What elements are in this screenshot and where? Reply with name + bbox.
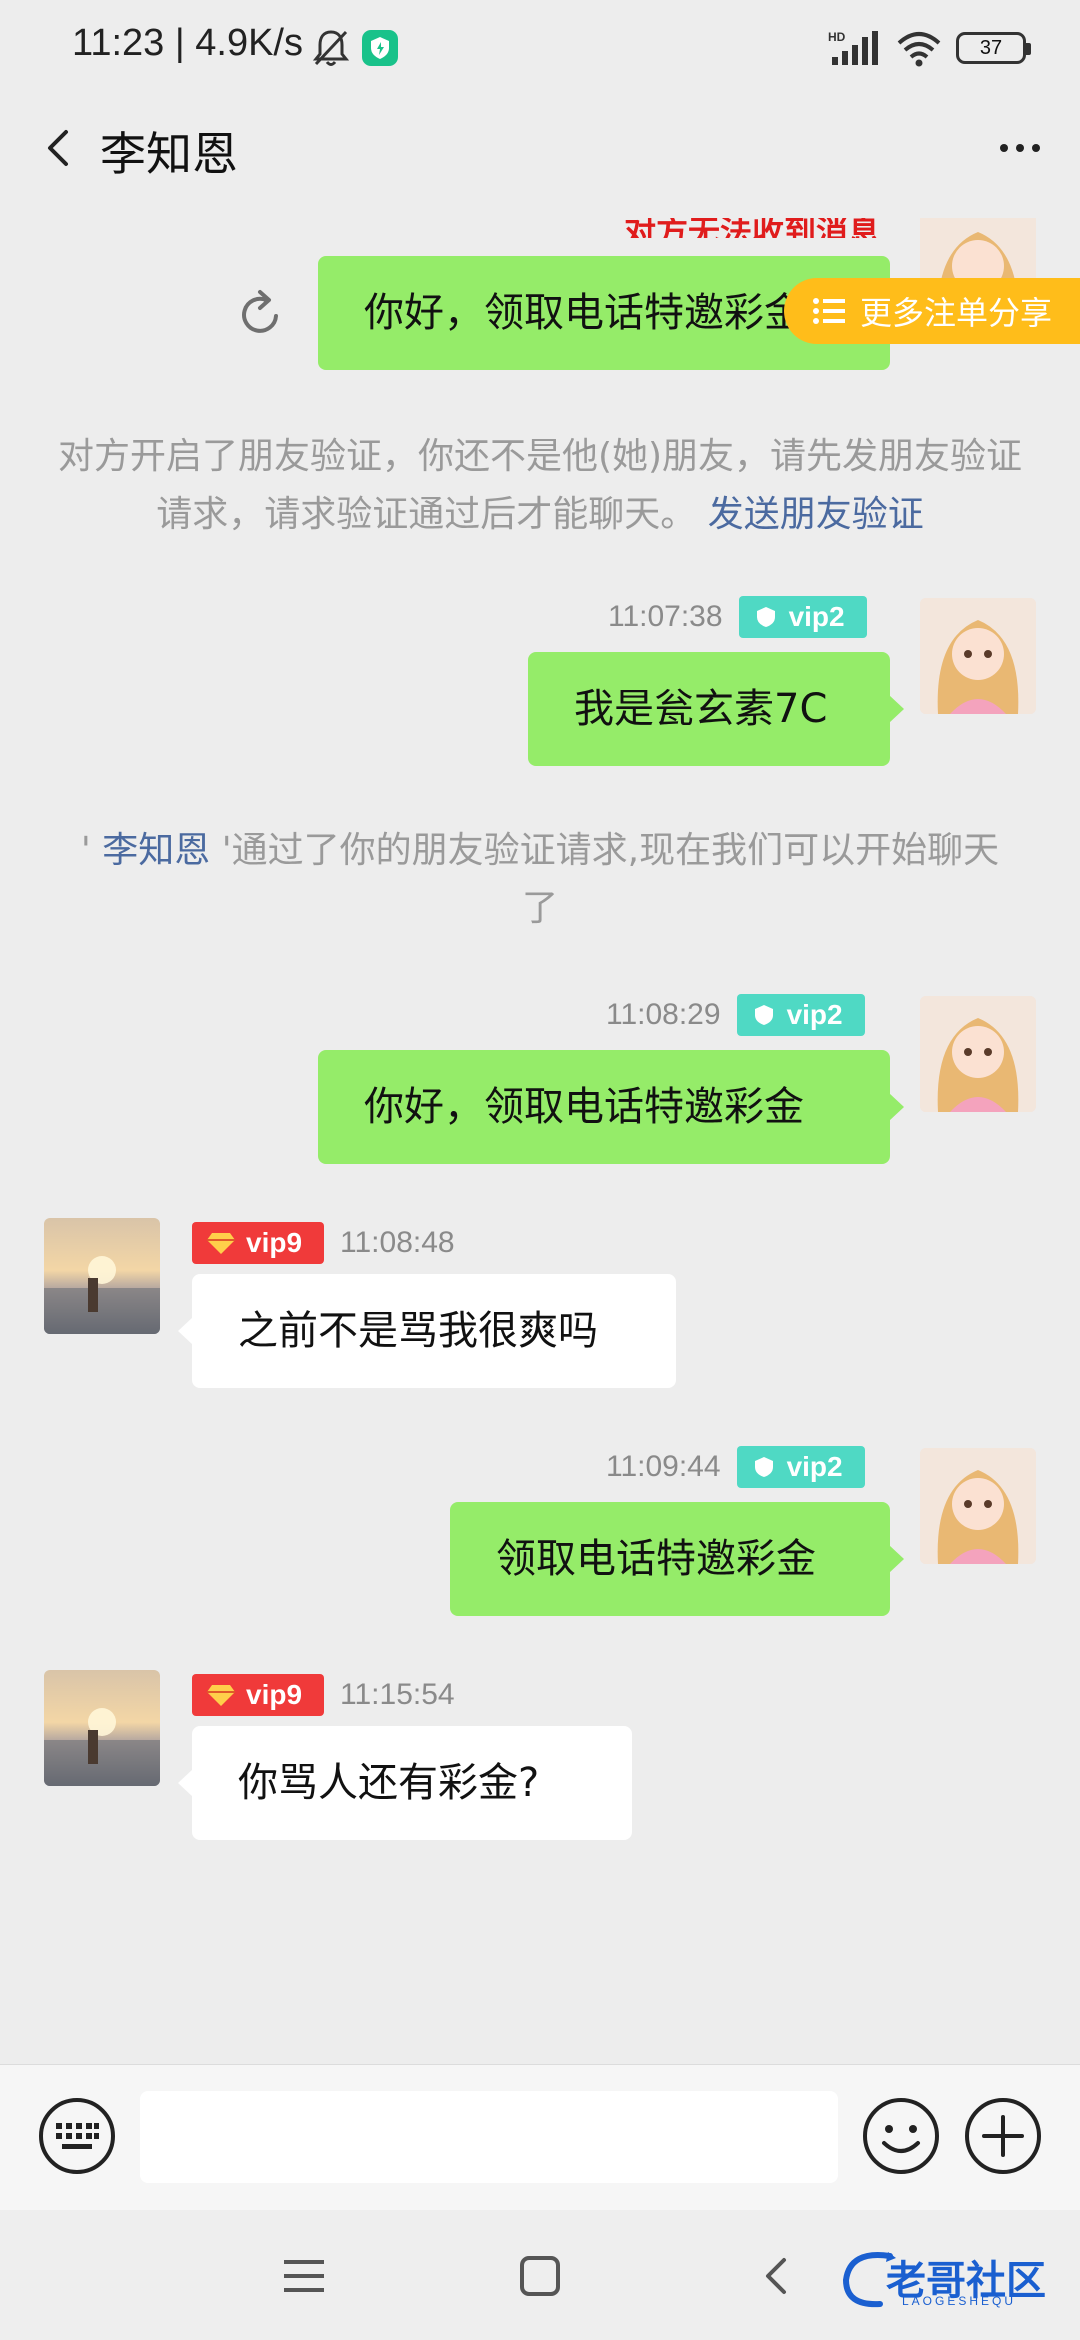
retry-icon[interactable] — [236, 288, 284, 340]
vip-badge: vip9 — [192, 1674, 325, 1716]
message-meta: vip9 11:15:54 — [192, 1674, 455, 1716]
keyboard-icon[interactable] — [36, 2095, 118, 2177]
avatar[interactable] — [920, 996, 1036, 1112]
message-time: 11:08:48 — [340, 1226, 455, 1259]
wifi-icon — [897, 32, 941, 67]
system-message-prefix: ' — [80, 830, 103, 871]
message-input[interactable] — [140, 2091, 838, 2183]
chat-messages[interactable]: 对方无法收到消息 你好，领取电话特邀彩金 更多注单分享 对方开启了朋友验证，你还… — [0, 218, 1080, 2064]
list-icon — [813, 298, 845, 324]
emoji-icon[interactable] — [860, 2095, 942, 2177]
avatar[interactable] — [920, 1448, 1036, 1564]
back-arrow-icon[interactable] — [30, 118, 90, 178]
message-bubble[interactable]: 我是瓮玄素7C — [528, 652, 904, 766]
message-meta: vip9 11:08:48 — [192, 1222, 455, 1264]
plus-icon[interactable] — [962, 2095, 1044, 2177]
status-bar: 11:23 | 4.9K/s HD 37 — [0, 0, 1080, 78]
message-time: 11:09:44 — [606, 1450, 721, 1483]
cell-signal-icon: HD — [828, 30, 878, 65]
share-tab-label: 更多注单分享 — [860, 294, 1053, 332]
system-nav-bar: 老哥社区 LAOGESHEQU — [0, 2210, 1080, 2340]
shield-app-icon — [362, 30, 398, 66]
battery-indicator: 37 — [956, 32, 1031, 64]
message-meta: 11:09:44 vip2 — [606, 1446, 865, 1488]
contact-name-link[interactable]: 李知恩 — [102, 830, 210, 871]
home-icon[interactable] — [518, 2254, 562, 2298]
status-time-speed: 11:23 | 4.9K/s — [72, 22, 303, 64]
system-message-verification: 对方开启了朋友验证，你还不是他(她)朋友，请先发朋友验证请求，请求验证通过后才能… — [40, 428, 1040, 544]
shield-icon — [754, 1005, 773, 1025]
vip-label: vip2 — [786, 999, 843, 1030]
watermark: 老哥社区 LAOGESHEQU — [840, 2246, 1070, 2316]
vip-badge: vip9 — [192, 1222, 325, 1264]
shield-icon — [756, 607, 775, 627]
message-time: 11:07:38 — [608, 600, 723, 633]
system-message-accepted: ' 李知恩 '通过了你的朋友验证请求,现在我们可以开始聊天了 — [40, 822, 1040, 938]
partial-notice-text: 对方无法收到消息 — [624, 218, 881, 238]
back-icon[interactable] — [756, 2254, 796, 2298]
diamond-icon — [207, 1233, 235, 1254]
more-options-icon[interactable] — [990, 118, 1050, 178]
bell-muted-icon — [312, 30, 350, 66]
message-bubble[interactable]: 之前不是骂我很爽吗 — [178, 1274, 676, 1388]
system-message-text: '通过了你的朋友验证请求,现在我们可以开始聊天了 — [210, 830, 1000, 929]
message-meta: 11:07:38 vip2 — [608, 596, 867, 638]
share-tab-button[interactable]: 更多注单分享 — [784, 278, 1080, 344]
avatar[interactable] — [920, 598, 1036, 714]
message-meta: 11:08:29 vip2 — [606, 994, 865, 1036]
input-bar — [0, 2064, 1080, 2210]
vip-badge: vip2 — [736, 994, 865, 1036]
chat-title: 李知恩 — [100, 127, 238, 181]
avatar[interactable] — [44, 1218, 160, 1334]
avatar[interactable] — [44, 1670, 160, 1786]
vip-badge: vip2 — [738, 596, 867, 638]
message-bubble[interactable]: 领取电话特邀彩金 — [450, 1502, 904, 1616]
vip-badge: vip2 — [736, 1446, 865, 1488]
shield-icon — [754, 1457, 773, 1477]
network-label: HD — [828, 30, 846, 44]
watermark-subtitle: LAOGESHEQU — [902, 2294, 1017, 2308]
vip-label: vip9 — [246, 1679, 303, 1710]
vip-label: vip2 — [788, 601, 845, 632]
send-verification-link[interactable]: 发送朋友验证 — [708, 494, 924, 535]
vip-label: vip9 — [246, 1227, 303, 1258]
message-time: 11:15:54 — [340, 1678, 455, 1711]
chat-header: 李知恩 — [0, 78, 1080, 218]
message-bubble[interactable]: 你骂人还有彩金? — [178, 1726, 632, 1840]
diamond-icon — [207, 1685, 235, 1706]
message-bubble[interactable]: 你好，领取电话特邀彩金 — [318, 1050, 904, 1164]
message-time: 11:08:29 — [606, 998, 721, 1031]
vip-label: vip2 — [786, 1451, 843, 1482]
menu-icon[interactable] — [282, 2256, 326, 2296]
